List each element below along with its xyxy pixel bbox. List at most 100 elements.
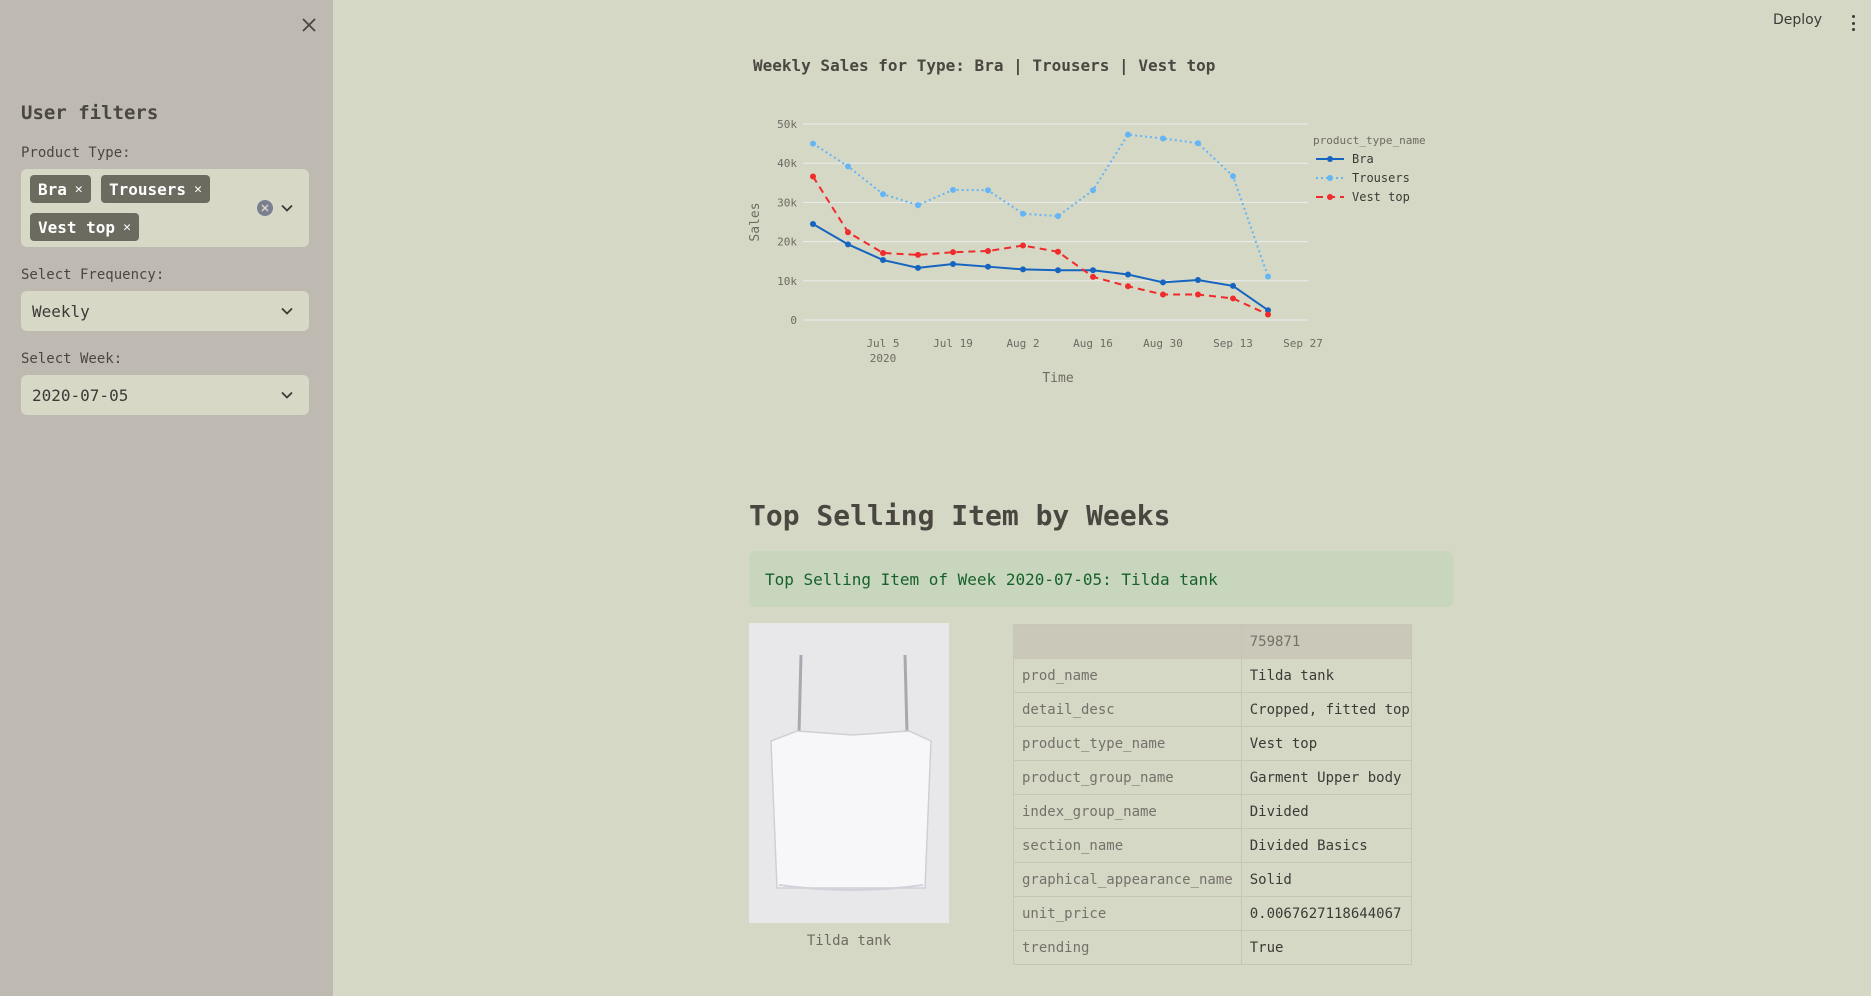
table-row: trending True	[1013, 930, 1412, 965]
tag-label: Bra	[38, 179, 67, 199]
remove-tag-icon[interactable]: ✕	[123, 220, 131, 235]
data-point	[950, 249, 956, 256]
y-tick-label: 10k	[777, 275, 797, 288]
row-value: Tilda tank	[1240, 658, 1412, 693]
y-axis-title: Sales	[748, 202, 763, 241]
x-tick-label: Sep 13	[1213, 337, 1253, 350]
data-point	[1090, 187, 1096, 194]
data-point	[1265, 273, 1271, 280]
x-tick-label: Jul 5	[866, 337, 899, 350]
table-row: prod_name Tilda tank	[1013, 658, 1412, 693]
close-icon	[302, 18, 316, 32]
remove-tag-icon[interactable]: ✕	[194, 182, 202, 197]
chevron-down-icon	[281, 307, 293, 315]
week-select[interactable]: 2020-07-05	[21, 375, 309, 415]
data-point	[1230, 282, 1236, 289]
x-tick-label: Aug 16	[1073, 337, 1113, 350]
frequency-value: Weekly	[32, 301, 90, 321]
row-value: Solid	[1240, 862, 1412, 897]
row-value: True	[1240, 930, 1412, 965]
tag-trousers: Trousers ✕	[101, 175, 210, 203]
data-point	[1020, 266, 1026, 273]
y-tick-label: 50k	[777, 118, 797, 131]
remove-tag-icon[interactable]: ✕	[75, 182, 83, 197]
data-point	[1125, 283, 1131, 290]
row-key: graphical_appearance_name	[1013, 862, 1242, 897]
tag-label: Trousers	[109, 179, 187, 199]
data-point	[915, 251, 921, 258]
chevron-down-icon	[281, 391, 293, 399]
table-row: index_group_name Divided	[1013, 794, 1412, 829]
data-point	[1230, 295, 1236, 302]
data-point	[950, 186, 956, 193]
top-item-alert: Top Selling Item of Week 2020-07-05: Til…	[749, 551, 1453, 607]
table-row: product_type_name Vest top	[1013, 726, 1412, 761]
frequency-select[interactable]: Weekly	[21, 291, 309, 331]
sidebar: User filters Product Type: Bra ✕ Trouser…	[0, 0, 333, 996]
series-line-bra	[812, 223, 1269, 312]
table-header-row: 759871	[1013, 624, 1412, 659]
data-point	[1090, 273, 1096, 280]
x-tick-label: Aug 2	[1006, 337, 1039, 350]
y-tick-label: 40k	[777, 157, 797, 170]
chevron-down-icon[interactable]	[280, 201, 294, 215]
product-type-label: Product Type:	[21, 145, 131, 161]
section-heading: Top Selling Item by Weeks	[749, 499, 1171, 532]
data-point	[810, 140, 816, 147]
data-point	[950, 260, 956, 267]
data-point	[880, 191, 886, 198]
data-point	[1230, 173, 1236, 180]
data-point	[880, 249, 886, 256]
tag-label: Vest top	[38, 217, 116, 237]
chart-title: Weekly Sales for Type: Bra | Trousers | …	[753, 56, 1216, 75]
data-point	[1160, 291, 1166, 298]
row-key: prod_name	[1013, 658, 1242, 693]
data-point	[1160, 135, 1166, 142]
row-value: Garment Upper body	[1240, 760, 1412, 795]
product-image	[749, 623, 949, 923]
row-key: product_type_name	[1013, 726, 1242, 761]
x-tick-label: Aug 30	[1143, 337, 1183, 350]
data-point	[810, 173, 816, 180]
data-point	[985, 187, 991, 194]
data-point	[1055, 248, 1061, 255]
data-point	[845, 163, 851, 170]
data-point	[1265, 311, 1271, 318]
x-tick-label: Jul 19	[933, 337, 973, 350]
row-value: 0.0067627118644067	[1240, 896, 1412, 931]
table-row: detail_desc Cropped, fitted top	[1013, 692, 1412, 727]
x-axis-title: Time	[1042, 371, 1073, 386]
data-point	[1055, 267, 1061, 274]
close-sidebar-button[interactable]	[296, 12, 322, 38]
data-point	[1195, 140, 1201, 147]
legend-entry: Vest top	[1352, 190, 1410, 204]
header-id-cell: 759871	[1240, 624, 1412, 659]
data-point	[1125, 131, 1131, 138]
y-tick-label: 0	[790, 314, 797, 327]
frequency-label: Select Frequency:	[21, 267, 165, 283]
tag-vest-top: Vest top ✕	[30, 213, 139, 241]
clear-all-icon[interactable]	[257, 200, 273, 216]
row-value: Divided	[1240, 794, 1412, 829]
tag-bra: Bra ✕	[30, 175, 91, 203]
chart-svg: 0 10k 20k 30k 40k 50k Jul 5 2020 Jul 19 Aug 2 Aug …	[748, 118, 1426, 386]
product-type-multiselect[interactable]: Bra ✕ Trousers ✕ Vest top ✕	[21, 169, 309, 247]
deploy-button[interactable]: Deploy	[1773, 12, 1822, 28]
data-point	[810, 220, 816, 227]
main-menu-icon[interactable]	[1845, 12, 1861, 34]
row-key: unit_price	[1013, 896, 1242, 931]
table-row: product_group_name Garment Upper body	[1013, 760, 1412, 795]
data-point	[1160, 279, 1166, 286]
legend-marker	[1327, 175, 1333, 181]
data-point	[1020, 242, 1026, 249]
table-row: unit_price 0.0067627118644067	[1013, 896, 1412, 931]
data-point	[880, 257, 886, 264]
y-tick-label: 20k	[777, 236, 797, 249]
row-key: index_group_name	[1013, 794, 1242, 829]
data-point	[1055, 213, 1061, 220]
header-index-cell	[1013, 624, 1242, 659]
row-key: trending	[1013, 930, 1242, 965]
image-caption: Tilda tank	[806, 933, 892, 949]
legend-marker	[1327, 156, 1333, 162]
legend-entry: Trousers	[1352, 171, 1410, 185]
